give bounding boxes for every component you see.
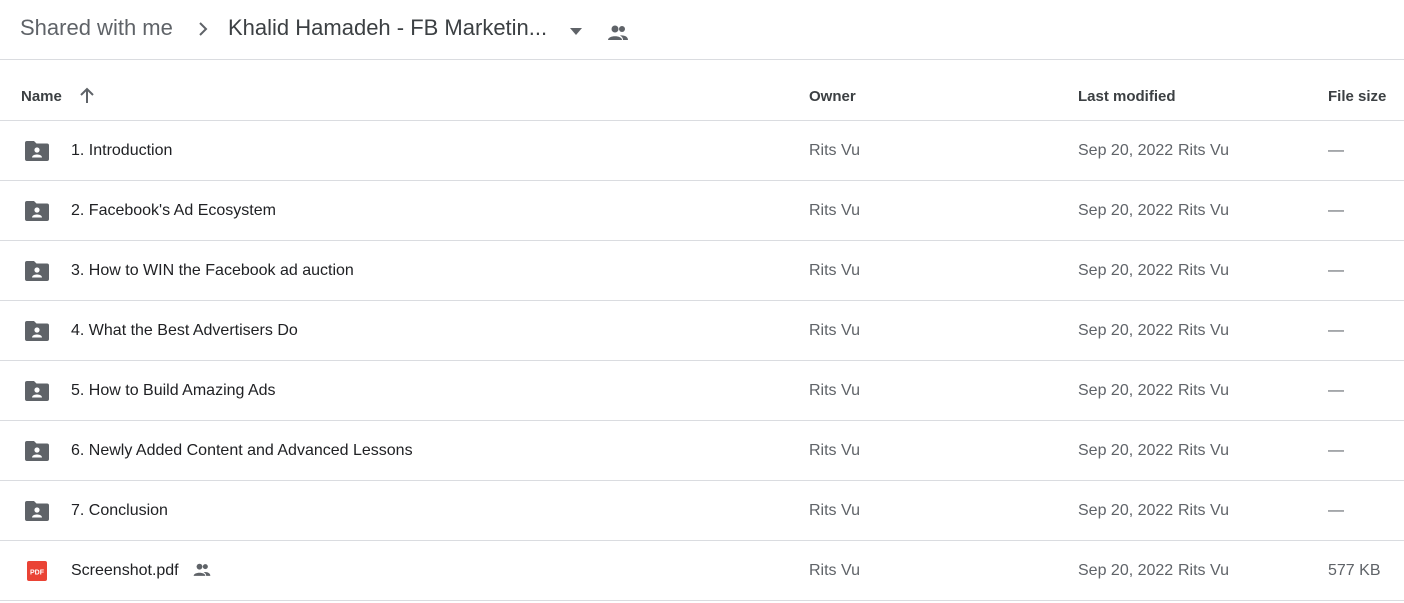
file-row[interactable]: 5. How to Build Amazing Ads Rits Vu Sep 20… <box>0 361 1404 421</box>
breadcrumb-shared-with-me[interactable]: Shared with me <box>20 15 173 41</box>
modified-date: Sep 20, 2022 <box>1078 142 1174 159</box>
file-row[interactable]: 7. Conclusion Rits Vu Sep 20, 2022 Rits Vu — <box>0 481 1404 541</box>
shared-folder-icon <box>25 501 49 521</box>
modified-by: Rits Vu <box>1178 562 1229 579</box>
file-name[interactable]: 6. Newly Added Content and Advanced Less… <box>71 442 413 460</box>
owner-cell: Rits Vu <box>809 502 860 519</box>
file-size-cell: — <box>1328 322 1344 339</box>
file-size-cell: — <box>1328 202 1344 219</box>
pdf-badge-text: PDF <box>30 570 45 577</box>
owner-cell: Rits Vu <box>809 262 860 279</box>
column-header-file-size[interactable]: File size <box>1328 88 1386 105</box>
shared-folder-icon <box>25 441 49 461</box>
shared-folder-icon <box>25 141 49 161</box>
breadcrumb-current-folder[interactable]: Khalid Hamadeh - FB Marketin... <box>228 15 547 41</box>
column-header-owner[interactable]: Owner <box>809 88 856 105</box>
sort-ascending-icon[interactable] <box>78 86 96 106</box>
shared-folder-icon <box>25 321 49 341</box>
modified-by: Rits Vu <box>1178 382 1229 399</box>
modified-by: Rits Vu <box>1178 502 1229 519</box>
modified-date: Sep 20, 2022 <box>1078 202 1174 219</box>
file-size-cell: — <box>1328 142 1344 159</box>
modified-date: Sep 20, 2022 <box>1078 562 1174 579</box>
shared-folder-icon <box>25 261 49 281</box>
file-name[interactable]: 5. How to Build Amazing Ads <box>71 382 276 400</box>
file-name[interactable]: 2. Facebook's Ad Ecosystem <box>71 202 276 220</box>
file-row[interactable]: 2. Facebook's Ad Ecosystem Rits Vu Sep 20,… <box>0 181 1404 241</box>
file-name[interactable]: 4. What the Best Advertisers Do <box>71 322 298 340</box>
file-row[interactable]: 1. Introduction Rits Vu Sep 20, 2022 Rits V… <box>0 121 1404 181</box>
modified-date: Sep 20, 2022 <box>1078 322 1174 339</box>
modified-by: Rits Vu <box>1178 322 1229 339</box>
file-size-cell: — <box>1328 502 1344 519</box>
modified-date: Sep 20, 2022 <box>1078 382 1174 399</box>
modified-by: Rits Vu <box>1178 142 1229 159</box>
modified-by: Rits Vu <box>1178 442 1229 459</box>
column-header-name[interactable]: Name <box>21 88 62 105</box>
dropdown-arrow-icon[interactable] <box>566 26 586 38</box>
modified-date: Sep 20, 2022 <box>1078 262 1174 279</box>
chevron-right-icon <box>199 22 208 36</box>
shared-folder-icon <box>25 381 49 401</box>
file-size-cell: 577 KB <box>1328 562 1381 579</box>
owner-cell: Rits Vu <box>809 322 860 339</box>
owner-cell: Rits Vu <box>809 142 860 159</box>
file-name[interactable]: 3. How to WIN the Facebook ad auction <box>71 262 354 280</box>
shared-people-icon[interactable] <box>606 21 630 45</box>
file-size-cell: — <box>1328 442 1344 459</box>
file-size-cell: — <box>1328 382 1344 399</box>
file-list: 1. Introduction Rits Vu Sep 20, 2022 Rits V… <box>0 121 1404 601</box>
file-row[interactable]: 4. What the Best Advertisers Do Rits Vu Se… <box>0 301 1404 361</box>
column-header-row: Name Owner Last modified File size <box>0 60 1404 121</box>
owner-cell: Rits Vu <box>809 202 860 219</box>
modified-date: Sep 20, 2022 <box>1078 442 1174 459</box>
file-row[interactable]: PDF Screenshot.pdf Rits Vu Sep 20, 2022 Ri… <box>0 541 1404 601</box>
pdf-icon: PDF <box>27 561 47 581</box>
file-row[interactable]: 3. How to WIN the Facebook ad auction Rit… <box>0 241 1404 301</box>
file-size-cell: — <box>1328 262 1344 279</box>
modified-date: Sep 20, 2022 <box>1078 502 1174 519</box>
owner-cell: Rits Vu <box>809 382 860 399</box>
shared-folder-icon <box>25 201 49 221</box>
owner-cell: Rits Vu <box>809 562 860 579</box>
owner-cell: Rits Vu <box>809 442 860 459</box>
file-name[interactable]: 7. Conclusion <box>71 502 168 520</box>
column-header-last-modified[interactable]: Last modified <box>1078 88 1176 105</box>
breadcrumb-bar: Shared with me Khalid Hamadeh - FB Marke… <box>0 0 1404 60</box>
file-name[interactable]: 1. Introduction <box>71 142 172 160</box>
modified-by: Rits Vu <box>1178 262 1229 279</box>
file-row[interactable]: 6. Newly Added Content and Advanced Less… <box>0 421 1404 481</box>
shared-people-icon <box>193 563 211 576</box>
modified-by: Rits Vu <box>1178 202 1229 219</box>
file-name[interactable]: Screenshot.pdf <box>71 562 179 580</box>
